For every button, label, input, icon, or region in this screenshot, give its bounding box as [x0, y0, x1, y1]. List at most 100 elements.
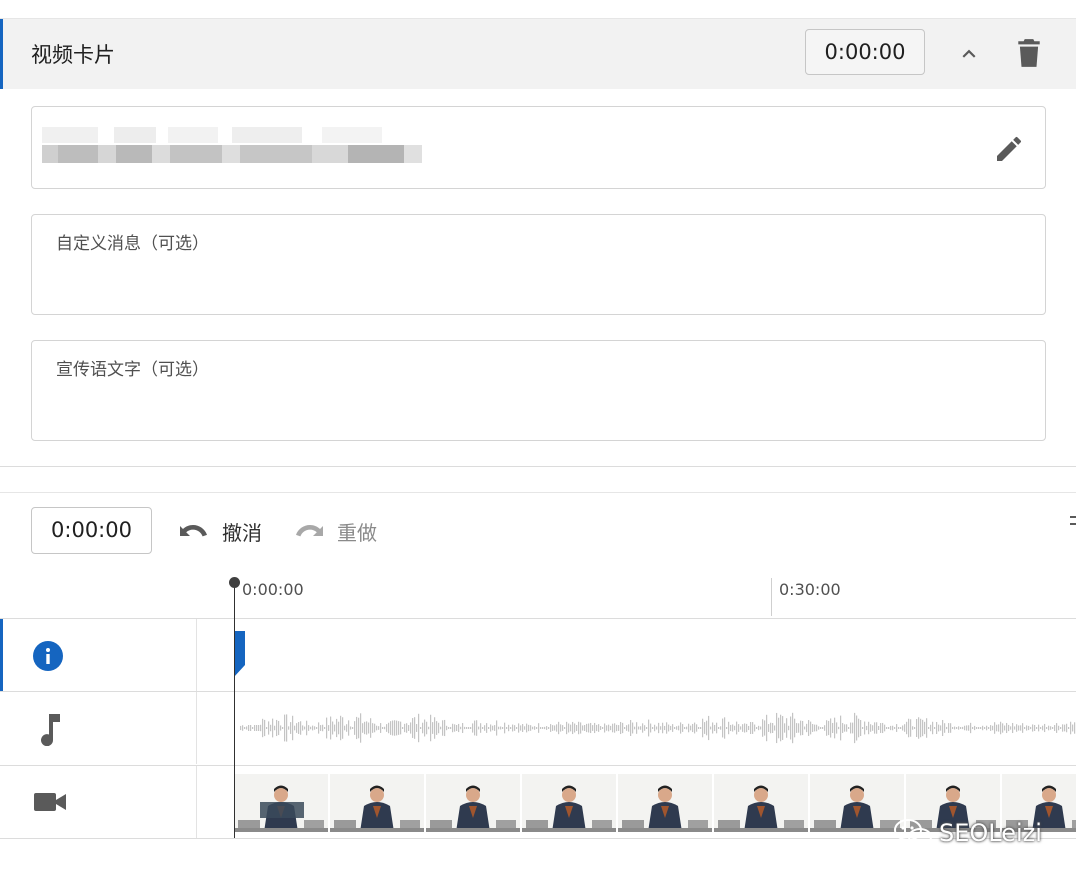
- custom-message-field[interactable]: 自定义消息（可选）: [31, 214, 1046, 315]
- waveform-bar: [716, 722, 718, 734]
- waveform-bar: [280, 725, 282, 731]
- waveform-bar: [488, 727, 490, 729]
- waveform-bar: [676, 726, 678, 730]
- waveform-bar: [1000, 721, 1002, 735]
- waveform-bar: [532, 726, 534, 730]
- waveform-bar: [274, 725, 276, 731]
- waveform-bar: [450, 726, 452, 730]
- waveform-bar: [584, 725, 586, 731]
- waveform-bar: [276, 719, 278, 737]
- audio-track[interactable]: [0, 691, 1076, 764]
- waveform-bar: [774, 725, 776, 731]
- waveform-bar: [858, 718, 860, 738]
- waveform-bar: [856, 715, 858, 741]
- waveform-bar: [892, 725, 894, 731]
- waveform-bar: [818, 726, 820, 730]
- waveform-bar: [1028, 725, 1030, 731]
- waveform-bar: [248, 725, 250, 731]
- waveform-bar: [424, 719, 426, 737]
- chevron-up-icon[interactable]: [956, 41, 982, 67]
- waveform-bar: [364, 721, 366, 735]
- waveform-bar: [444, 719, 446, 737]
- card-marker-handle[interactable]: [234, 631, 245, 677]
- waveform-bar: [896, 724, 898, 732]
- waveform-bar: [562, 725, 564, 731]
- waveform-bar: [312, 725, 314, 731]
- waveform-bar: [696, 724, 698, 732]
- waveform-bar: [788, 725, 790, 731]
- waveform-bar: [706, 720, 708, 736]
- waveform-bar: [944, 723, 946, 733]
- trash-icon[interactable]: [1016, 38, 1042, 68]
- overflow-handle-icon[interactable]: [1070, 514, 1076, 528]
- waveform-bar: [778, 717, 780, 739]
- waveform-bar: [316, 727, 318, 729]
- card-start-time-input[interactable]: 0:00:00: [805, 29, 925, 75]
- waveform-bar: [644, 725, 646, 731]
- waveform-bar: [334, 724, 336, 732]
- waveform-bar: [694, 722, 696, 734]
- waveform-bar: [572, 721, 574, 735]
- playhead-knob[interactable]: [229, 577, 240, 588]
- waveform-bar: [378, 726, 380, 730]
- waveform-bar: [1014, 726, 1016, 730]
- waveform-bar: [292, 715, 294, 741]
- waveform-bar: [820, 727, 822, 729]
- waveform-bar: [736, 721, 738, 735]
- waveform-bar: [278, 720, 280, 736]
- waveform-bar: [738, 724, 740, 732]
- waveform-bar: [530, 725, 532, 731]
- waveform-bar: [1044, 723, 1046, 733]
- waveform-bar: [1002, 723, 1004, 733]
- waveform-bar: [826, 720, 828, 736]
- waveform-bar: [942, 719, 944, 737]
- waveform-bar: [920, 718, 922, 738]
- custom-message-placeholder: 自定义消息（可选）: [56, 234, 209, 254]
- waveform-bar: [574, 723, 576, 733]
- waveform-bar: [668, 724, 670, 732]
- waveform-bar: [268, 721, 270, 735]
- waveform-bar: [854, 712, 856, 744]
- redo-button[interactable]: 重做: [293, 512, 377, 550]
- waveform-bar: [972, 727, 974, 729]
- waveform-bar: [952, 727, 954, 729]
- waveform-bar: [898, 727, 900, 729]
- waveform-bar: [422, 722, 424, 734]
- watermark: SEOLeizi: [893, 818, 1042, 848]
- waveform-bar: [510, 727, 512, 729]
- waveform-bar: [352, 727, 354, 729]
- waveform-bar: [358, 717, 360, 739]
- waveform-bar: [842, 723, 844, 733]
- waveform-bar: [986, 725, 988, 731]
- waveform-bar: [888, 727, 890, 729]
- waveform-bar: [992, 725, 994, 731]
- waveform-bar: [258, 725, 260, 731]
- waveform-bar: [306, 720, 308, 736]
- waveform-bar: [454, 724, 456, 732]
- waveform-bar: [724, 717, 726, 739]
- waveform-bar: [1048, 725, 1050, 731]
- timeline-ruler[interactable]: 0:00:00 0:30:00: [0, 570, 1076, 618]
- linked-video-field[interactable]: [31, 106, 1046, 189]
- playhead[interactable]: [234, 582, 235, 838]
- pencil-icon[interactable]: [993, 133, 1025, 165]
- waveform-bar: [1074, 722, 1076, 734]
- waveform-bar: [726, 727, 728, 729]
- card-title: 视频卡片: [31, 43, 115, 67]
- waveform-bar: [256, 725, 258, 731]
- waveform-bar: [800, 720, 802, 736]
- track-label-audio: [0, 692, 197, 764]
- info-card-track[interactable]: [0, 618, 1076, 692]
- ruler-tick-label: 0:00:00: [242, 580, 304, 599]
- waveform-bar: [752, 722, 754, 734]
- waveform-bar: [698, 727, 700, 729]
- waveform-bar: [956, 727, 958, 729]
- waveform-bar: [1062, 724, 1064, 732]
- waveform-bar: [816, 724, 818, 732]
- waveform-bar: [354, 721, 356, 735]
- waveform-bar: [570, 724, 572, 732]
- undo-button[interactable]: 撤消: [178, 512, 262, 550]
- teaser-text-field[interactable]: 宣传语文字（可选）: [31, 340, 1046, 441]
- timeline-time-input[interactable]: 0:00:00: [31, 507, 152, 554]
- waveform-bar: [776, 712, 778, 744]
